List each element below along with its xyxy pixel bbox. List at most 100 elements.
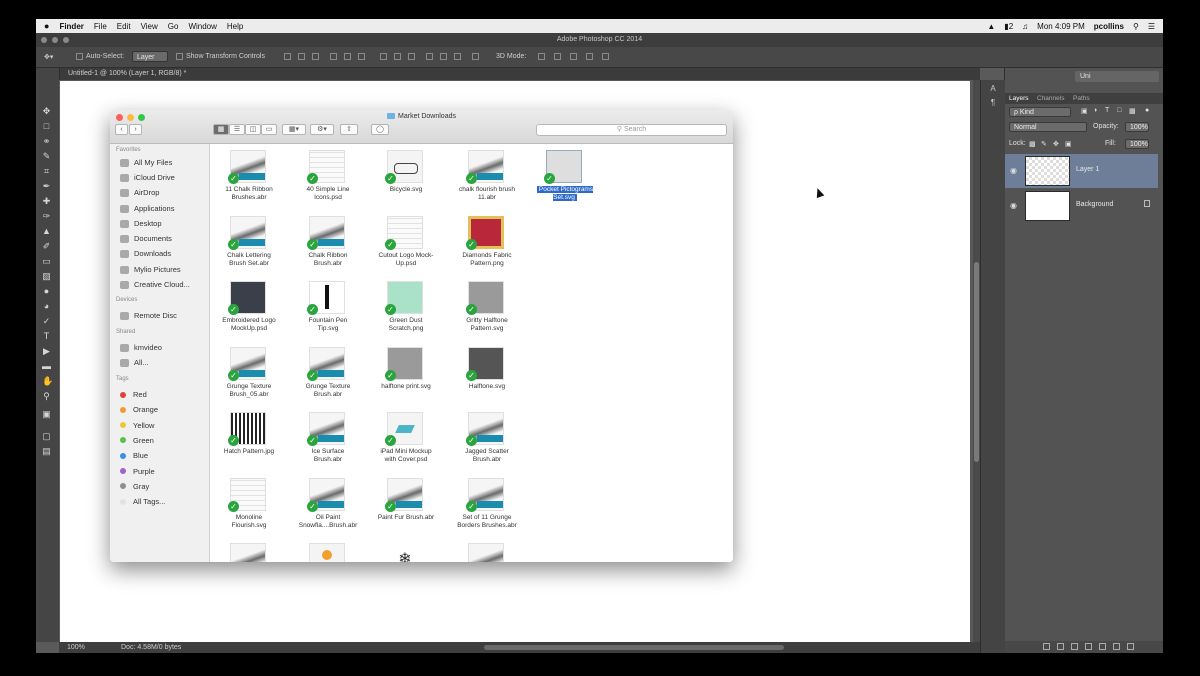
crop-tool-icon[interactable]: ⌗	[42, 167, 51, 176]
file-item[interactable]: ✓ Gritty Halftone Pattern.svg	[447, 279, 527, 341]
clock[interactable]: Mon 4:09 PM	[1037, 22, 1085, 31]
menu-window[interactable]: Window	[188, 22, 216, 31]
sidebar-item-remote-disc[interactable]: Remote Disc	[120, 310, 177, 321]
marquee-tool-icon[interactable]: □	[42, 122, 51, 131]
healing-brush-tool-icon[interactable]: ✚	[42, 197, 51, 206]
sidebar-item-documents[interactable]: Documents	[120, 233, 172, 244]
auto-align-icon[interactable]	[472, 53, 479, 60]
move-tool-icon[interactable]: ✥▾	[44, 53, 53, 61]
3d-roll-icon[interactable]	[554, 53, 561, 60]
document-size-info[interactable]: Doc: 4.58M/0 bytes	[121, 644, 181, 651]
file-item[interactable]: ✓ Halftone.svg	[447, 345, 527, 407]
blur-tool-icon[interactable]: ●	[42, 287, 51, 296]
history-brush-tool-icon[interactable]: ✐	[42, 242, 51, 251]
distribute-vcenter-icon[interactable]	[394, 53, 401, 60]
quick-mask-icon[interactable]: ▢	[42, 432, 51, 441]
hand-tool-icon[interactable]: ✋	[42, 377, 53, 386]
file-item[interactable]: ✓ Chalk Lettering Brush Set.abr	[209, 214, 289, 276]
eyedropper-tool-icon[interactable]: ✒	[42, 182, 51, 191]
align-vcenter-icon[interactable]	[298, 53, 305, 60]
file-item[interactable]: ✓ Grunge Texture Brush.abr	[288, 345, 368, 407]
opacity-input[interactable]: 100%	[1125, 122, 1149, 132]
back-button[interactable]: ‹	[115, 124, 128, 135]
delete-layer-icon[interactable]	[1127, 643, 1134, 650]
foreground-background-color-icon[interactable]: ▣	[42, 410, 51, 419]
menu-help[interactable]: Help	[227, 22, 243, 31]
filter-adjustment-icon[interactable]: ◑	[1093, 107, 1097, 117]
vertical-scrollbar[interactable]	[973, 80, 980, 642]
sidebar-item-kmvideo[interactable]: kmvideo	[120, 342, 162, 353]
sidebar-item-downloads[interactable]: Downloads	[120, 248, 171, 259]
new-layer-icon[interactable]	[1113, 643, 1120, 650]
file-item[interactable]: ✓ iPad Mini Mockup with Cover.psd	[366, 410, 446, 472]
filter-pixel-icon[interactable]: ▣	[1081, 107, 1088, 117]
dodge-tool-icon[interactable]: ◕	[42, 302, 51, 311]
vertical-scroll-thumb[interactable]	[974, 262, 979, 462]
type-tool-icon[interactable]: T	[42, 332, 51, 341]
tab-paths[interactable]: Paths	[1073, 95, 1090, 102]
auto-select-checkbox[interactable]	[76, 53, 83, 60]
lock-position-icon[interactable]: ✥	[1053, 140, 1059, 150]
battery-icon[interactable]: ▮2	[1004, 22, 1013, 31]
sidebar-tag-green[interactable]: Green	[120, 435, 154, 446]
sidebar-tag-orange[interactable]: Orange	[120, 404, 158, 415]
sidebar-tag-yellow[interactable]: Yellow	[120, 420, 154, 431]
volume-icon[interactable]: ♫	[1022, 22, 1028, 31]
align-hcenter-icon[interactable]	[344, 53, 351, 60]
sidebar-tag-gray[interactable]: Gray	[120, 481, 149, 492]
menu-finder[interactable]: Finder	[59, 22, 83, 31]
spotlight-icon[interactable]: ⚲	[1133, 22, 1139, 31]
3d-pan-icon[interactable]	[570, 53, 577, 60]
align-top-icon[interactable]	[284, 53, 291, 60]
align-bottom-icon[interactable]	[312, 53, 319, 60]
wifi-icon[interactable]: ▲	[987, 22, 995, 31]
sidebar-item-mylio-pictures[interactable]: Mylio Pictures	[120, 264, 181, 275]
paragraph-panel-icon[interactable]: ¶	[986, 98, 1000, 108]
sidebar-tag-blue[interactable]: Blue	[120, 450, 148, 461]
3d-slide-icon[interactable]	[586, 53, 593, 60]
file-item[interactable]: ✓ Grunge Texture Brush_05.abr	[209, 345, 289, 407]
file-item[interactable]: ✓ Oil Paint Snowfla....Brush.abr	[288, 476, 368, 538]
file-item[interactable]: ✓ Monoline Flourish.svg	[209, 476, 289, 538]
visibility-eye-icon[interactable]: ◉	[1010, 166, 1017, 175]
forward-button[interactable]: ›	[129, 124, 142, 135]
file-item[interactable]: ✓ Chalk Ribbon Brush.abr	[288, 214, 368, 276]
action-gear-button[interactable]: ⚙▾	[310, 124, 334, 135]
tab-layers[interactable]: Layers	[1009, 95, 1029, 102]
menu-edit[interactable]: Edit	[117, 22, 131, 31]
distribute-right-icon[interactable]	[454, 53, 461, 60]
tags-button[interactable]: ◯	[371, 124, 389, 135]
file-item[interactable]: ✓ Hatch Pattern.jpg	[209, 410, 289, 472]
sidebar-item-applications[interactable]: Applications	[120, 203, 174, 214]
new-group-icon[interactable]	[1099, 643, 1106, 650]
user-name[interactable]: pcollins	[1094, 22, 1124, 31]
filter-smart-object-icon[interactable]: ▩	[1129, 107, 1136, 117]
filter-shape-icon[interactable]: □	[1117, 107, 1121, 117]
sidebar-tag-purple[interactable]: Purple	[120, 466, 155, 477]
sidebar-item-all-my-files[interactable]: All My Files	[120, 157, 172, 168]
workspace-dropdown[interactable]: Uni	[1075, 71, 1159, 82]
file-item[interactable]: ✓ halftone print.svg	[366, 345, 446, 407]
file-item[interactable]	[288, 541, 368, 562]
eraser-tool-icon[interactable]: ▭	[42, 257, 51, 266]
distribute-top-icon[interactable]	[380, 53, 387, 60]
sidebar-tag-all-tags[interactable]: All Tags...	[120, 496, 165, 507]
notification-icon[interactable]: ☰	[1148, 22, 1155, 31]
sidebar-item-creative-cloud[interactable]: Creative Cloud...	[120, 279, 190, 290]
fill-input[interactable]: 100%	[1125, 139, 1149, 149]
brush-tool-icon[interactable]: ✑	[42, 212, 51, 221]
menu-file[interactable]: File	[94, 22, 107, 31]
file-item[interactable]: ✓ Green Dust Scratch.png	[366, 279, 446, 341]
filter-toggle-icon[interactable]: ●	[1145, 107, 1149, 117]
file-item[interactable]: ✓ chalk flourish brush 11.abr	[447, 148, 527, 210]
file-item[interactable]: ✓ Set of 11 Grunge Borders Brushes.abr	[447, 476, 527, 538]
sidebar-tag-red[interactable]: Red	[120, 389, 147, 400]
apple-menu-icon[interactable]: ●	[44, 21, 49, 31]
file-item[interactable]: ✓ Paint Fur Brush.abr	[366, 476, 446, 538]
zoom-tool-icon[interactable]: ⚲	[42, 392, 51, 401]
layer-filter-dropdown[interactable]: ρ Kind	[1009, 107, 1071, 117]
tab-channels[interactable]: Channels	[1037, 95, 1064, 102]
sidebar-item-icloud-drive[interactable]: iCloud Drive	[120, 172, 175, 183]
lock-transparency-icon[interactable]: ▩	[1029, 140, 1036, 150]
menu-go[interactable]: Go	[168, 22, 179, 31]
